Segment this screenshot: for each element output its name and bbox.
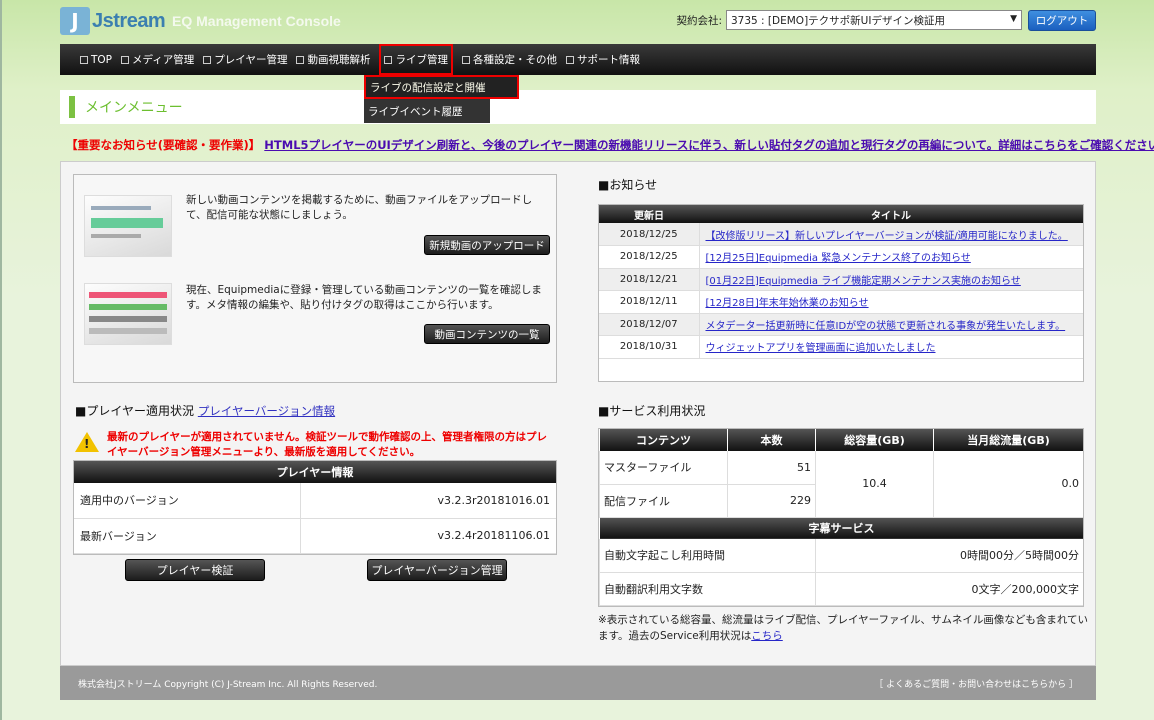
news-col-title: タイトル [699, 205, 1083, 223]
nav-media[interactable]: メディア管理 [121, 44, 194, 75]
player-info-header: プレイヤー情報 [74, 461, 556, 483]
content-list-button[interactable]: 動画コンテンツの一覧 [424, 324, 550, 344]
contract-select[interactable]: 3735 : [DEMO]テクサポ新UIデザイン検証用 ▼ [726, 10, 1022, 30]
important-notice: 【重要なお知らせ(要確認・要作業)】 HTML5プレイヤーのUIデザイン刷新と、… [66, 137, 1154, 153]
player-version-manage-button[interactable]: プレイヤーバージョン管理 [367, 559, 507, 581]
nav-square-icon [80, 55, 88, 64]
nav-support[interactable]: サポート情報 [565, 44, 640, 75]
player-title-text: ■プレイヤー適用状況 [75, 404, 194, 418]
table-row: 適用中のバージョン v3.2.3r20181016.01 [74, 483, 556, 519]
nav-settings[interactable]: 各種設定・その他 [461, 44, 557, 75]
nav-square-icon [565, 55, 574, 64]
nav-square-icon [121, 55, 130, 64]
player-status-title: ■プレイヤー適用状況 プレイヤーバージョン情報 [75, 402, 335, 419]
col-count: 本数 [727, 429, 816, 451]
table-row: 2018/12/07 メタデーター括更新時に任意IDが空の状態で更新される事象が発… [599, 313, 1083, 336]
news-link[interactable]: ウィジェットアプリを管理画面に追加いたしました [706, 343, 936, 354]
col-capacity: 総容量(GB) [815, 429, 934, 451]
nav-square-icon [203, 55, 212, 64]
dropdown-arrow-icon: ▼ [1010, 14, 1017, 24]
nav-label: TOP [91, 53, 113, 66]
col-traffic: 当月総流量(GB) [933, 429, 1083, 451]
jstream-logo[interactable]: J Jstream [60, 6, 166, 36]
news-col-date: 更新日 [599, 205, 699, 223]
news-table: 更新日 タイトル 2018/12/25 【改修版リリース】新しいプレイヤーバージョ… [598, 204, 1084, 382]
footer: 株式会社Jストリーム Copyright (C) J-Stream Inc. A… [60, 666, 1096, 700]
logout-button[interactable]: ログアウト [1028, 10, 1096, 31]
note-text: ※表示されている総容量、総流量はライブ配信、プレイヤーファイル、サムネイル画像な… [598, 614, 1089, 642]
nav-square-icon [384, 55, 393, 64]
service-usage-table: コンテンツ 本数 総容量(GB) 当月総流量(GB) マスターファイル 51 1… [598, 428, 1084, 607]
news-link[interactable]: 【改修版リリース】新しいプレイヤーバージョンが検証/適用可能になりました。 [706, 231, 1068, 242]
service-note: ※表示されている総容量、総流量はライブ配信、プレイヤーファイル、サムネイル画像な… [598, 612, 1088, 644]
news-link[interactable]: [12月28日]年末年始休業のお知らせ [706, 298, 869, 309]
player-verify-button[interactable]: プレイヤー検証 [125, 559, 265, 581]
nav-label: メディア管理 [132, 54, 195, 66]
content-panel: 新しい動画コンテンツを掲載するために、動画ファイルをアップロードして、配信可能な… [60, 161, 1096, 666]
table-row: 最新バージョン v3.2.4r20181106.01 [74, 518, 556, 554]
col-contents: コンテンツ [599, 429, 728, 451]
nav-label: 各種設定・その他 [472, 54, 557, 66]
header: J Jstream EQ Management Console 契約会社: 37… [60, 0, 1096, 44]
main-menu-heading: メインメニュー [60, 90, 1096, 124]
news-link[interactable]: [01月22日]Equipmedia ライブ機能定期メンテナンス実施のお知らせ [706, 276, 1021, 287]
quick-actions-box: 新しい動画コンテンツを掲載するために、動画ファイルをアップロードして、配信可能な… [73, 174, 557, 383]
table-row: 2018/12/11 [12月28日]年末年始休業のお知らせ [599, 290, 1083, 314]
nav-label: プレイヤー管理 [214, 54, 288, 66]
nav-label: サポート情報 [576, 54, 640, 66]
dropdown-item-live-settings[interactable]: ライブの配信設定と開催 [364, 75, 519, 99]
service-status-title: ■サービス利用状況 [598, 404, 706, 418]
news-link[interactable]: メタデーター括更新時に任意IDが空の状態で更新される事象が発生いたします。 [706, 321, 1066, 332]
table-row: マスターファイル 51 10.4 0.0 [599, 451, 1083, 518]
notice-link[interactable]: HTML5プレイヤーのUIデザイン刷新と、今後のプレイヤー関連の新機能リリースに… [264, 138, 1154, 152]
monthly-traffic: 0.0 [933, 451, 1083, 518]
list-description: 現在、Equipmediaに登録・管理している動画コンテンツの一覧を確認します。… [186, 284, 542, 311]
player-version-info-link[interactable]: プレイヤーバージョン情報 [198, 404, 335, 418]
copyright: 株式会社Jストリーム Copyright (C) J-Stream Inc. A… [78, 679, 378, 690]
nav-top[interactable]: TOP [80, 44, 112, 75]
content-list-thumbnail [84, 283, 172, 345]
caption-service-header: 字幕サービス [599, 517, 1083, 539]
news-title: ■お知らせ [598, 178, 658, 192]
nav-label: 動画視聴解析 [307, 54, 371, 66]
dropdown-item-live-history[interactable]: ライブイベント履歴 [364, 99, 490, 123]
player-warning: 最新のプレイヤーが適用されていません。検証ツールで動作確認の上、管理者権限の方は… [107, 431, 548, 458]
total-capacity: 10.4 [815, 451, 934, 518]
main-nav: TOP メディア管理 プレイヤー管理 動画視聴解析 ライブ管理 各種設定・その他… [60, 44, 1096, 75]
table-row: 自動翻訳利用文字数 0文字／200,000文字 [599, 572, 1083, 606]
upload-thumbnail [84, 195, 172, 257]
table-row: 自動文字起こし利用時間 0時間00分／5時間00分 [599, 539, 1083, 573]
faq-link[interactable]: ［ よくあるご質問・お問い合わせはこちらから ］ [874, 677, 1078, 690]
console-title: EQ Management Console [172, 13, 341, 29]
player-info-table: プレイヤー情報 適用中のバージョン v3.2.3r20181016.01 最新バー… [73, 460, 557, 555]
logo-text: Jstream [92, 9, 166, 32]
contract-selector: 契約会社: 3735 : [DEMO]テクサポ新UIデザイン検証用 ▼ [676, 10, 1022, 30]
heading-accent-bar [69, 96, 75, 118]
nav-label: ライブ管理 [395, 54, 448, 66]
window-edge [0, 0, 2, 720]
nav-square-icon [461, 55, 470, 64]
news-link[interactable]: [12月25日]Equipmedia 緊急メンテナンス終了のお知らせ [706, 253, 971, 264]
table-row: 2018/10/31 ウィジェットアプリを管理画面に追加いたしました [599, 335, 1083, 359]
upload-description: 新しい動画コンテンツを掲載するために、動画ファイルをアップロードして、配信可能な… [186, 194, 533, 221]
contract-value: 3735 : [DEMO]テクサポ新UIデザイン検証用 [731, 14, 945, 27]
warning-icon: ! [75, 432, 99, 452]
notice-prefix: 【重要なお知らせ(要確認・要作業)】 [66, 138, 261, 152]
table-row: 2018/12/21 [01月22日]Equipmedia ライブ機能定期メンテナ… [599, 268, 1083, 291]
table-row: 2018/12/25 【改修版リリース】新しいプレイヤーバージョンが検証/適用可能… [599, 223, 1083, 246]
table-row: 2018/12/25 [12月25日]Equipmedia 緊急メンテナンス終了の… [599, 245, 1083, 269]
nav-square-icon [296, 55, 305, 64]
live-dropdown-menu: ライブの配信設定と開催 ライブイベント履歴 [364, 75, 519, 123]
nav-player[interactable]: プレイヤー管理 [203, 44, 287, 75]
logo-mark: J [60, 7, 90, 35]
contract-label: 契約会社: [676, 14, 722, 27]
upload-video-button[interactable]: 新規動画のアップロード [424, 235, 550, 255]
nav-analytics[interactable]: 動画視聴解析 [296, 44, 370, 75]
nav-live[interactable]: ライブ管理 [379, 44, 453, 75]
past-usage-link[interactable]: こちら [751, 630, 783, 642]
main-menu-title: メインメニュー [85, 100, 183, 116]
